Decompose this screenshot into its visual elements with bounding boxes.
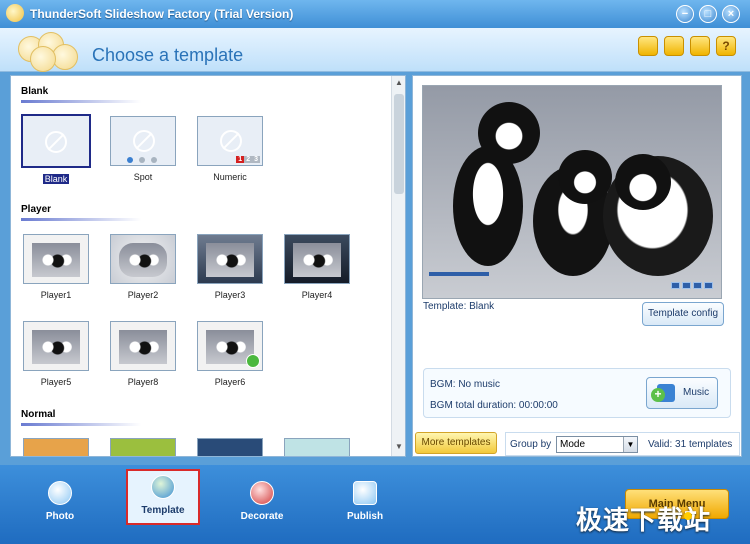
template-list-scrollbar[interactable]: ▲ ▼ bbox=[391, 76, 405, 456]
preview-panel: Template: Blank Template config BGM: No … bbox=[412, 75, 742, 457]
template-player1[interactable]: Player1 bbox=[16, 234, 96, 300]
template-label: Player1 bbox=[40, 290, 72, 300]
template-config-button[interactable]: Template config bbox=[642, 302, 724, 326]
more-templates-button[interactable]: More templates bbox=[415, 432, 497, 454]
template-label: Player5 bbox=[40, 377, 72, 387]
chevron-down-icon[interactable]: ▼ bbox=[623, 437, 637, 452]
music-add-icon bbox=[651, 384, 675, 402]
title-bar: ThunderSoft Slideshow Factory (Trial Ver… bbox=[0, 0, 750, 28]
template-blank[interactable]: Blank bbox=[16, 114, 96, 184]
scroll-up-icon[interactable]: ▲ bbox=[394, 78, 404, 90]
scroll-down-icon[interactable]: ▼ bbox=[394, 442, 404, 454]
download-icon bbox=[246, 354, 260, 368]
person-icon[interactable] bbox=[690, 36, 710, 56]
help-icon[interactable]: ? bbox=[716, 36, 736, 56]
template-icon bbox=[151, 475, 175, 499]
template-name-label: Template: Blank bbox=[423, 301, 495, 312]
template-player3[interactable]: Player3 bbox=[190, 234, 270, 300]
close-button[interactable]: × bbox=[722, 5, 740, 23]
pause-icon[interactable] bbox=[693, 282, 702, 289]
nav-tab-label: Publish bbox=[346, 511, 384, 522]
template-label: Numeric bbox=[213, 172, 247, 182]
prev-icon[interactable] bbox=[671, 282, 680, 289]
template-label: Blank bbox=[42, 174, 70, 184]
flower-logo-icon bbox=[8, 32, 78, 72]
folder-icon[interactable] bbox=[638, 36, 658, 56]
template-player4[interactable]: Player4 bbox=[277, 234, 357, 300]
window-title: ThunderSoft Slideshow Factory (Trial Ver… bbox=[30, 7, 294, 21]
music-button[interactable]: Music bbox=[646, 377, 718, 409]
rewind-icon[interactable] bbox=[682, 282, 691, 289]
group-by-label: Group by bbox=[510, 439, 552, 450]
template-label: Player2 bbox=[127, 290, 159, 300]
section-player: Player bbox=[21, 204, 141, 221]
music-button-label: Music bbox=[683, 387, 710, 398]
page-title: Choose a template bbox=[92, 45, 244, 65]
group-by-value: Mode bbox=[560, 439, 586, 450]
template-normal-2[interactable] bbox=[110, 438, 176, 456]
nav-tab-label: Photo bbox=[45, 511, 75, 522]
note-icon[interactable] bbox=[664, 36, 684, 56]
photo-icon bbox=[48, 481, 72, 505]
section-normal: Normal bbox=[21, 409, 141, 426]
template-player8[interactable]: Player8 bbox=[103, 321, 183, 387]
nav-tab-photo[interactable]: Photo bbox=[23, 477, 97, 527]
template-normal-4[interactable] bbox=[284, 438, 350, 456]
nav-tab-label: Decorate bbox=[240, 511, 284, 522]
preview-image bbox=[422, 85, 722, 299]
app-logo-icon bbox=[6, 4, 24, 22]
template-label: Player4 bbox=[301, 290, 333, 300]
maximize-button[interactable]: □ bbox=[699, 5, 717, 23]
nav-tab-publish[interactable]: Publish bbox=[328, 477, 402, 527]
bgm-duration-label: BGM total duration: 00:00:00 bbox=[430, 400, 558, 411]
template-list-panel[interactable]: Blank Blank Spot 123 Numeric Player Play… bbox=[10, 75, 406, 457]
progress-bar[interactable] bbox=[429, 272, 489, 276]
template-player5[interactable]: Player5 bbox=[16, 321, 96, 387]
minimize-button[interactable]: − bbox=[676, 5, 694, 23]
template-label: Player3 bbox=[214, 290, 246, 300]
bgm-box: BGM: No music BGM total duration: 00:00:… bbox=[423, 368, 731, 418]
playback-controls[interactable] bbox=[669, 280, 713, 292]
valid-templates-count: Valid: 31 templates bbox=[648, 439, 733, 450]
template-label: Spot bbox=[133, 172, 153, 182]
template-options-strip: More templates Group by Mode ▼ Valid: 31… bbox=[412, 430, 742, 458]
template-label: Player8 bbox=[127, 377, 159, 387]
nav-tab-decorate[interactable]: Decorate bbox=[225, 477, 299, 527]
template-label: Player6 bbox=[214, 377, 246, 387]
template-player6[interactable]: Player6 bbox=[190, 321, 270, 387]
template-normal-1[interactable] bbox=[23, 438, 89, 456]
template-player2[interactable]: Player2 bbox=[103, 234, 183, 300]
template-numeric[interactable]: 123 Numeric bbox=[190, 116, 270, 182]
page-header: Choose a template ? bbox=[0, 28, 750, 72]
nav-tab-label: Template bbox=[141, 505, 185, 516]
template-spot[interactable]: Spot bbox=[103, 116, 183, 182]
watermark-dot-icon bbox=[684, 512, 692, 520]
group-by-select[interactable]: Mode ▼ bbox=[556, 436, 638, 453]
nav-tab-template[interactable]: Template bbox=[126, 469, 200, 525]
publish-icon bbox=[353, 481, 377, 505]
blank-icon bbox=[133, 130, 155, 152]
decorate-icon bbox=[250, 481, 274, 505]
blank-icon bbox=[220, 130, 242, 152]
scroll-thumb[interactable] bbox=[394, 94, 404, 194]
template-normal-3[interactable] bbox=[197, 438, 263, 456]
group-by-box: Group by Mode ▼ Valid: 31 templates bbox=[505, 432, 740, 456]
blank-icon bbox=[45, 131, 67, 153]
bgm-label: BGM: No music bbox=[430, 379, 501, 390]
section-blank: Blank bbox=[21, 86, 141, 103]
next-icon[interactable] bbox=[704, 282, 713, 289]
